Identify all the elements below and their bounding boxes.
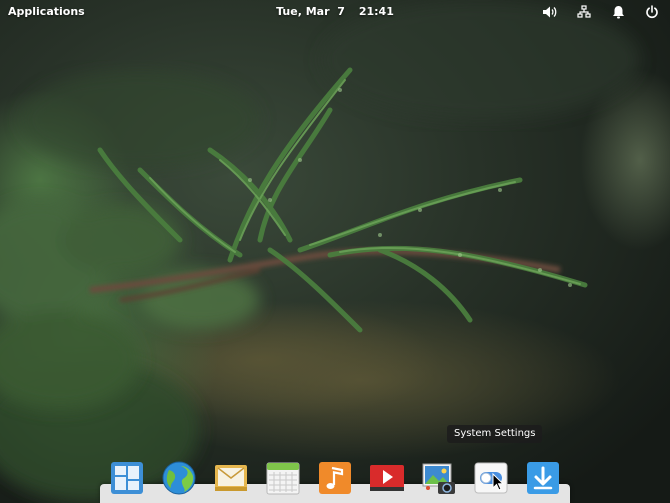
top-panel: Applications Tue, Mar 7 21:41 xyxy=(0,0,670,24)
applications-menu-button[interactable]: Applications xyxy=(8,5,85,18)
time-label[interactable]: 21:41 xyxy=(359,5,394,18)
network-icon[interactable] xyxy=(576,4,592,20)
dock-tooltip: System Settings xyxy=(447,425,543,443)
power-icon[interactable] xyxy=(644,4,660,20)
notifications-bell-icon[interactable] xyxy=(610,4,626,20)
appcenter-download-icon[interactable] xyxy=(525,460,561,496)
multitasking-view-icon[interactable] xyxy=(109,460,145,496)
mouse-pointer-icon xyxy=(492,473,504,491)
calendar-icon[interactable] xyxy=(265,460,301,496)
photos-camera-icon[interactable] xyxy=(421,460,457,496)
volume-icon[interactable] xyxy=(542,4,558,20)
music-note-icon[interactable] xyxy=(317,460,353,496)
mail-envelope-icon[interactable] xyxy=(213,460,249,496)
system-indicators xyxy=(524,4,660,20)
desktop-wallpaper xyxy=(0,0,670,503)
web-browser-globe-icon[interactable] xyxy=(161,460,197,496)
videos-play-icon[interactable] xyxy=(369,460,405,496)
date-label[interactable]: Tue, Mar 7 xyxy=(276,5,345,18)
